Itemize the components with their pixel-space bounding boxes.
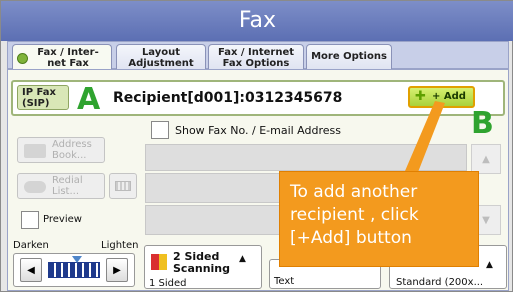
tab-label: More Options [311, 51, 387, 62]
show-fax-no-label: Show Fax No. / E-mail Address [175, 124, 341, 137]
address-book-label: Address Book... [52, 139, 92, 161]
keyboard-button[interactable] [109, 173, 137, 199]
window-title: Fax [1, 1, 513, 41]
check-icon [17, 53, 28, 64]
redial-label: Redial List... [52, 175, 83, 197]
tab-fax-internet-fax[interactable]: Fax / Inter- net Fax [12, 44, 112, 71]
show-fax-no-checkbox[interactable] [151, 121, 169, 139]
recipient-value: Recipient[d001]:0312345678 [113, 90, 343, 106]
tab-label: Layout Adjustment [128, 47, 194, 69]
darken-button[interactable]: ◀ [20, 258, 42, 282]
two-sided-scanning-button[interactable]: 2 Sided Scanning ▲ 1 Sided [144, 245, 262, 289]
tab-bar: Fax / Inter- net Fax Layout Adjustment F… [7, 41, 509, 71]
redial-list-button[interactable]: Redial List... [17, 173, 105, 199]
scan-sides-icon [151, 254, 167, 270]
density-control: ◀ ▶ [13, 253, 135, 287]
preview-checkbox[interactable] [21, 211, 39, 229]
ip-fax-type-button[interactable]: IP Fax (SIP) [17, 85, 69, 110]
marker-b: B [471, 106, 494, 141]
scan-value: 1 Sided [149, 278, 187, 289]
ip-fax-label: IP Fax (SIP) [22, 87, 56, 109]
callout-line-1: To add another [290, 182, 418, 202]
callout-line-2: recipient , click [290, 205, 419, 225]
address-book-button[interactable]: Address Book... [17, 137, 105, 163]
redial-icon [24, 181, 46, 193]
scan-label: 2 Sided Scanning [173, 250, 231, 275]
tab-layout-adjustment[interactable]: Layout Adjustment [116, 44, 206, 70]
density-marker-icon [72, 256, 82, 263]
marker-a: A [77, 82, 101, 117]
callout-line-3: [+Add] button [290, 228, 412, 248]
tab-label: Fax / Internet Fax Options [217, 47, 295, 69]
scroll-up-button[interactable]: ▲ [471, 144, 501, 174]
fax-screen: Fax Fax / Inter- net Fax Layout Adjustme… [0, 0, 513, 292]
preview-label: Preview [43, 214, 82, 225]
tip-callout: To add another recipient , click [+Add] … [279, 171, 479, 267]
tab-fax-internet-fax-options[interactable]: Fax / Internet Fax Options [208, 44, 304, 70]
keyboard-icon [115, 181, 131, 191]
lighten-label: Lighten [101, 240, 139, 251]
original-type-value: Text [274, 276, 295, 287]
lighten-button[interactable]: ▶ [106, 258, 128, 282]
darken-label: Darken [13, 240, 49, 251]
scan-up-arrow-icon: ▲ [239, 254, 246, 264]
resolution-value: Standard (200x... [396, 277, 484, 288]
resolution-up-arrow-icon: ▲ [486, 260, 493, 270]
density-meter [48, 262, 100, 278]
address-book-icon [24, 144, 46, 158]
tab-more-options[interactable]: More Options [306, 44, 392, 70]
